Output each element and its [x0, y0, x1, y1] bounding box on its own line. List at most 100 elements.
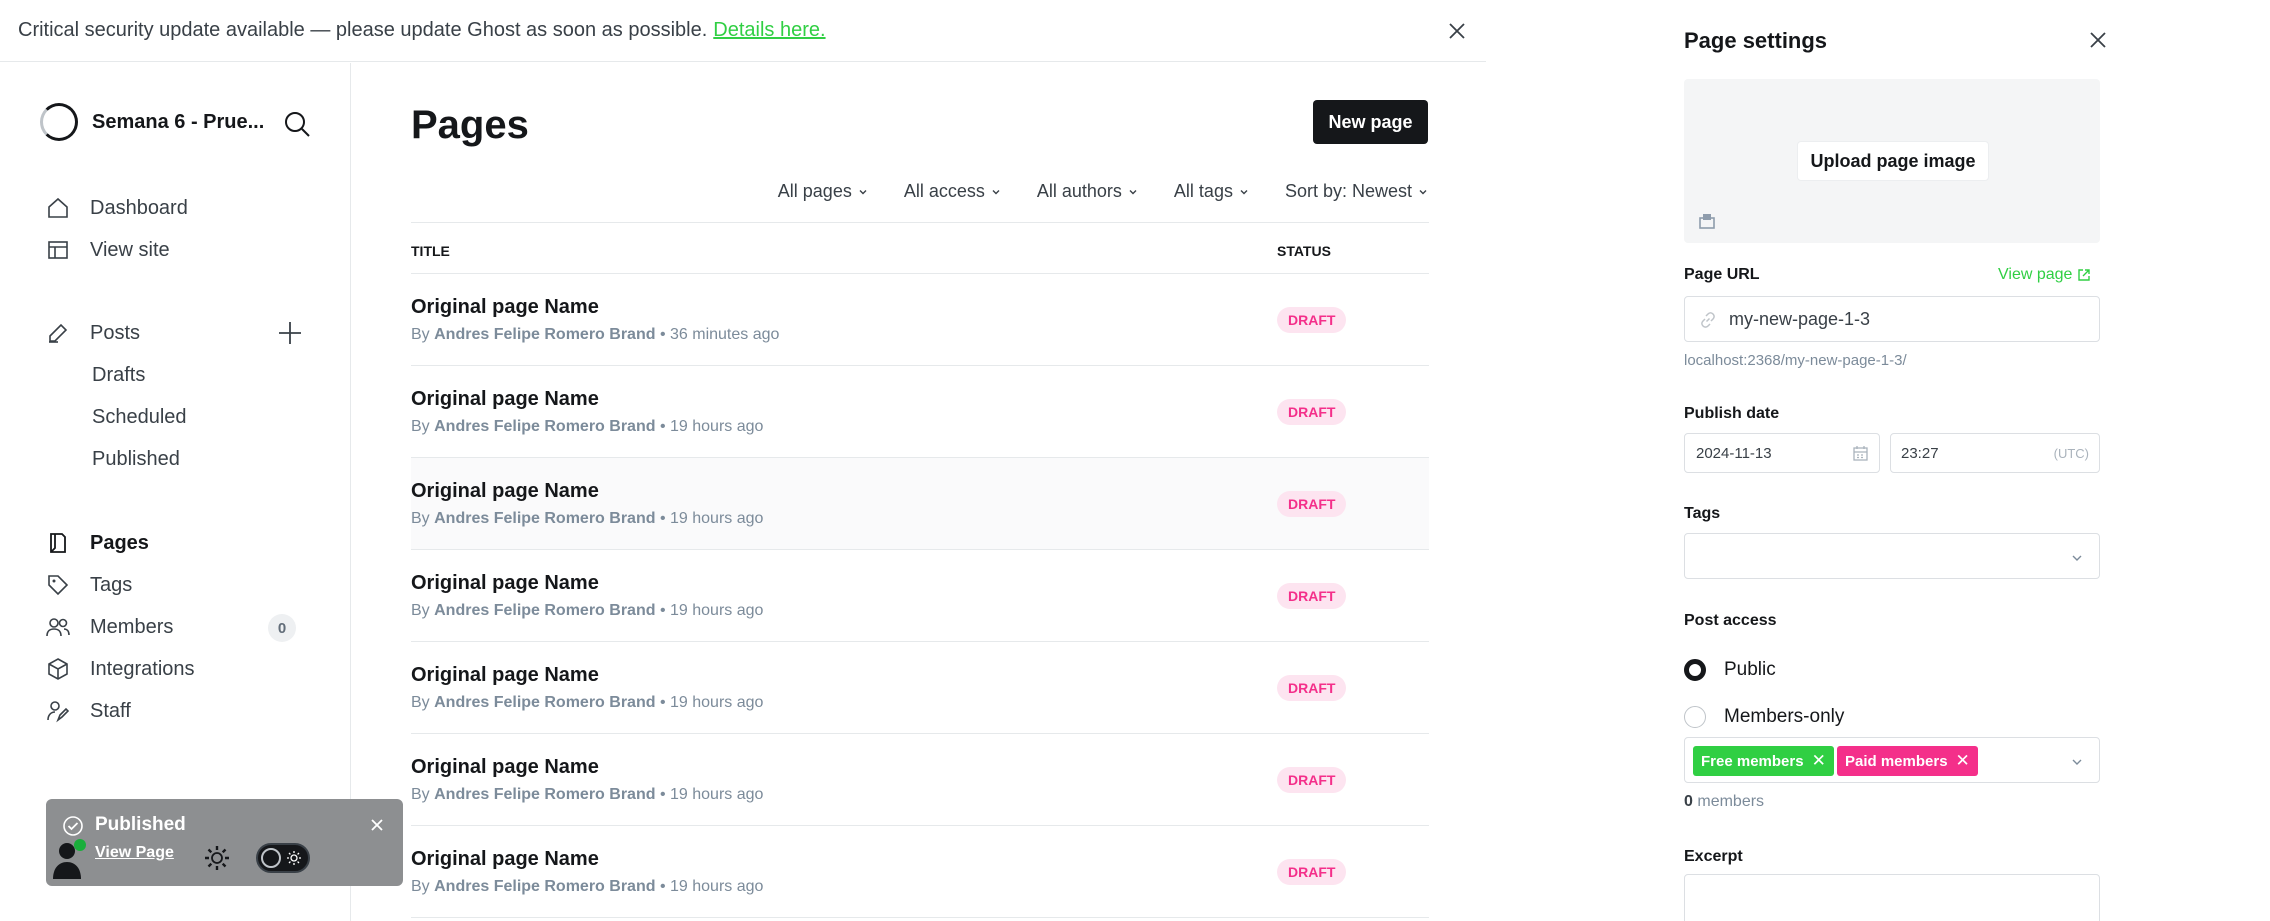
filter-label: Sort by: Newest	[1284, 181, 1412, 201]
sidebar-item-pages[interactable]: Pages	[44, 522, 334, 564]
publish-time-input[interactable]: 23:27 (UTC)	[1890, 433, 2100, 473]
view-page-label: View page	[1998, 266, 2073, 283]
filter-sort[interactable]: Sort by: Newest	[1285, 181, 1428, 202]
row-title: Original page Name	[411, 848, 599, 870]
dark-mode-toggle[interactable]	[256, 843, 310, 873]
pages-main: Pages New page All pages All access All …	[352, 63, 1486, 921]
sidebar-item-tags[interactable]: Tags	[44, 564, 334, 606]
page-image-dropzone[interactable]: Upload page image	[1684, 79, 2100, 243]
toggle-knob	[261, 848, 281, 868]
row-title: Original page Name	[411, 296, 599, 318]
sidebar-item-dashboard[interactable]: Dashboard	[44, 187, 334, 229]
radio-unchecked	[1684, 706, 1706, 728]
sidebar-item-label: View site	[90, 238, 170, 261]
row-by: By	[411, 418, 430, 435]
check-circle-icon	[62, 815, 84, 837]
table-row[interactable]: Original page Name By Andres Felipe Rome…	[411, 642, 1429, 734]
publish-date-input[interactable]: 2024-11-13	[1684, 433, 1880, 473]
row-by: By	[411, 878, 430, 895]
excerpt-textarea[interactable]	[1684, 874, 2100, 921]
row-meta: By Andres Felipe Romero Brand • 19 hours…	[411, 602, 763, 620]
filter-label: All authors	[1036, 181, 1122, 201]
post-access-label: Post access	[1684, 612, 1777, 629]
browser-icon	[44, 236, 72, 264]
pen-icon	[44, 319, 72, 347]
sidebar-item-published[interactable]: Published	[44, 438, 334, 480]
table-row[interactable]: Original page Name By Andres Felipe Rome…	[411, 366, 1429, 458]
row-author: Andres Felipe Romero Brand	[434, 326, 656, 343]
banner-close-icon[interactable]	[1442, 16, 1472, 46]
chip-label: Paid members	[1845, 752, 1948, 770]
table-row[interactable]: Original page Name By Andres Felipe Rome…	[411, 274, 1429, 366]
banner-details-link[interactable]: Details here.	[713, 19, 825, 42]
published-toast: Published View Page	[46, 799, 403, 886]
row-title: Original page Name	[411, 664, 599, 686]
table-row[interactable]: Original page Name By Andres Felipe Rome…	[411, 458, 1429, 550]
table-header: TITLE STATUS	[411, 222, 1429, 274]
row-author: Andres Felipe Romero Brand	[434, 602, 656, 619]
sidebar: Semana 6 - Prue... Dashboard View site P…	[0, 63, 351, 921]
table-row[interactable]: Original page Name By Andres Felipe Rome…	[411, 826, 1429, 918]
sidebar-item-scheduled[interactable]: Scheduled	[44, 396, 334, 438]
radio-checked	[1684, 659, 1706, 681]
row-title: Original page Name	[411, 572, 599, 594]
filter-all-authors[interactable]: All authors	[1037, 181, 1138, 202]
sidebar-item-staff[interactable]: Staff	[44, 690, 334, 732]
sidebar-item-view-site[interactable]: View site	[44, 229, 334, 271]
sidebar-item-posts[interactable]: Posts	[44, 312, 334, 354]
chevron-down-icon	[1129, 189, 1137, 194]
upload-page-image-button[interactable]: Upload page image	[1797, 141, 1989, 181]
sidebar-item-label: Posts	[90, 321, 141, 344]
status-badge: DRAFT	[1277, 767, 1347, 793]
table-row[interactable]: Original page Name By Andres Felipe Rome…	[411, 550, 1429, 642]
site-brand[interactable]: Semana 6 - Prue...	[40, 103, 264, 141]
remove-chip-icon[interactable]: ✕	[1812, 751, 1826, 771]
sidebar-item-label: Staff	[90, 699, 131, 722]
site-logo	[40, 103, 78, 141]
user-avatar-icon[interactable]	[50, 835, 90, 879]
tags-select[interactable]	[1684, 533, 2100, 579]
paid-members-chip[interactable]: Paid members ✕	[1837, 746, 1978, 776]
image-icon[interactable]	[1698, 212, 1716, 230]
member-tiers-select[interactable]: Free members ✕ Paid members ✕	[1684, 737, 2100, 783]
row-time: • 19 hours ago	[659, 510, 764, 527]
page-url-input[interactable]: my-new-page-1-3	[1684, 296, 2100, 342]
status-badge: DRAFT	[1277, 307, 1347, 333]
row-time: • 19 hours ago	[659, 418, 764, 435]
gear-icon[interactable]	[202, 843, 232, 873]
new-page-button[interactable]: New page	[1313, 100, 1428, 144]
search-icon[interactable]	[282, 109, 312, 139]
members-count-number: 0	[1684, 793, 1693, 810]
sidebar-item-drafts[interactable]: Drafts	[44, 354, 334, 396]
filter-all-access[interactable]: All access	[904, 181, 1001, 202]
tags-label: Tags	[1684, 505, 1721, 522]
close-icon[interactable]	[2084, 26, 2112, 54]
sidebar-item-members[interactable]: Members 0	[44, 606, 334, 648]
row-meta: By Andres Felipe Romero Brand • 19 hours…	[411, 786, 763, 804]
toast-view-page-link[interactable]: View Page	[95, 844, 174, 862]
access-members-radio[interactable]: Members-only	[1684, 706, 1844, 728]
sun-icon	[286, 850, 302, 866]
view-page-link[interactable]: View page	[1998, 266, 2091, 284]
access-public-radio[interactable]: Public	[1684, 659, 1776, 681]
remove-chip-icon[interactable]: ✕	[1956, 751, 1970, 771]
sidebar-item-integrations[interactable]: Integrations	[44, 648, 334, 690]
box-icon	[44, 655, 72, 683]
publish-date-label: Publish date	[1684, 405, 1780, 422]
sidebar-item-label: Published	[92, 447, 180, 470]
access-public-label: Public	[1724, 659, 1776, 680]
filter-all-pages[interactable]: All pages	[778, 181, 868, 202]
page-url-value: my-new-page-1-3	[1729, 309, 1871, 329]
status-badge: DRAFT	[1277, 675, 1347, 701]
page-settings-panel: Page settings Upload page image Page URL…	[1486, 0, 2270, 921]
sidebar-item-label: Integrations	[90, 657, 195, 680]
table-row[interactable]: Original page Name By Andres Felipe Rome…	[411, 734, 1429, 826]
row-author: Andres Felipe Romero Brand	[434, 878, 656, 895]
timezone-label: (UTC)	[2053, 446, 2089, 461]
row-time: • 36 minutes ago	[659, 326, 780, 343]
free-members-chip[interactable]: Free members ✕	[1693, 746, 1834, 776]
page-icon	[44, 529, 72, 557]
add-post-icon[interactable]	[276, 319, 304, 347]
sidebar-item-label: Tags	[90, 573, 133, 596]
filter-all-tags[interactable]: All tags	[1174, 181, 1249, 202]
